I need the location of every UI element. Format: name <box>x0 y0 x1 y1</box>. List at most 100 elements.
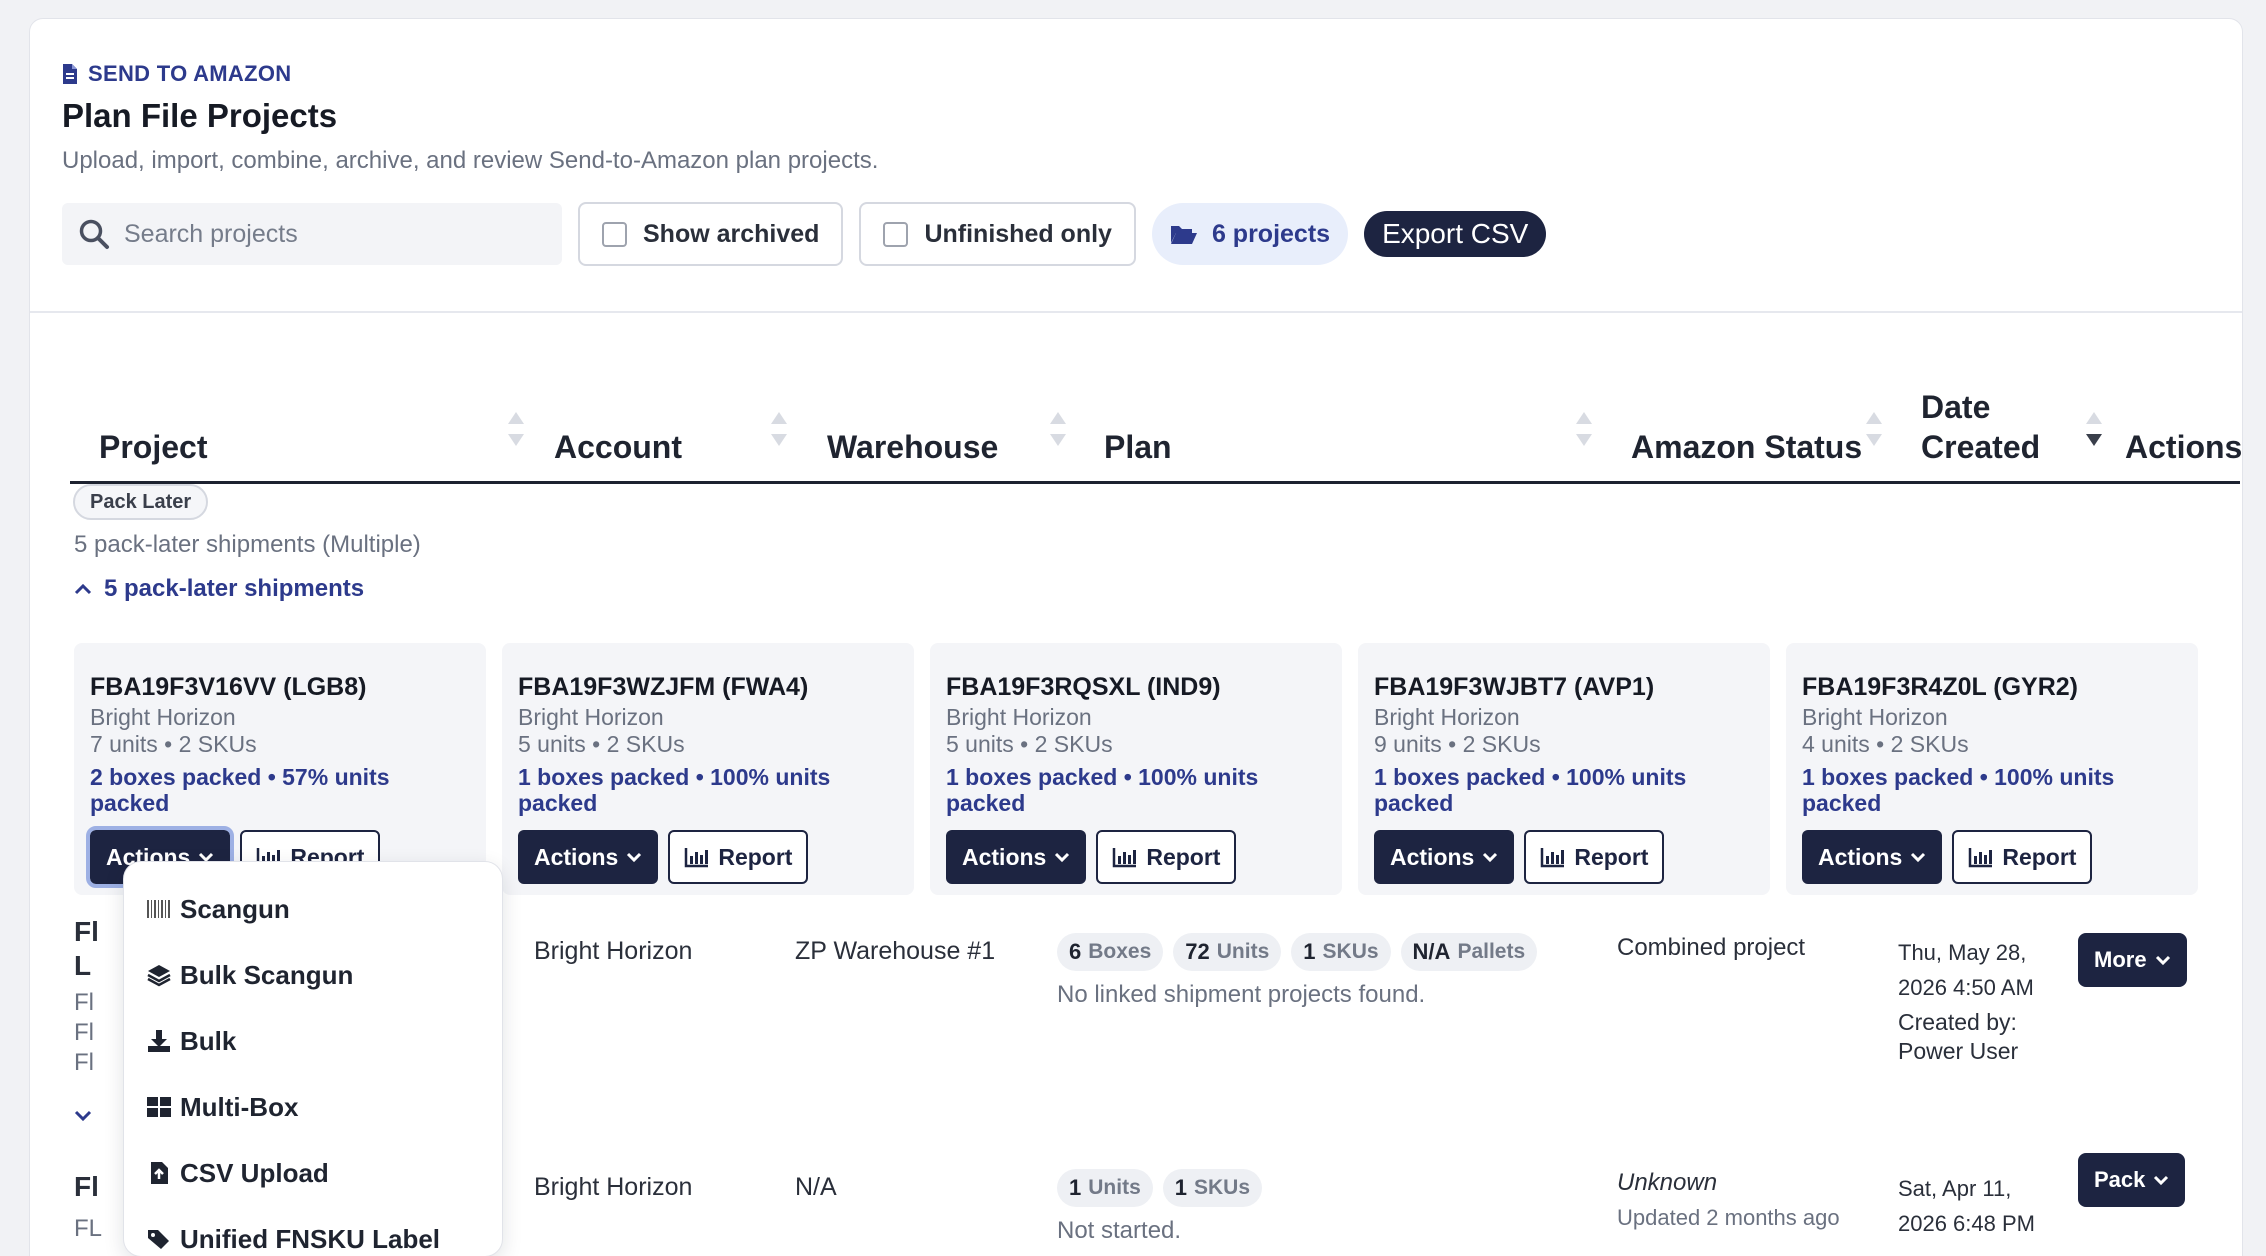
row1-project-sub: Fl <box>74 989 94 1016</box>
row2-pack-button[interactable]: Pack <box>2078 1153 2186 1207</box>
shipment-card: FBA19F3WJBT7 (AVP1) Bright Horizon 9 uni… <box>1358 643 1770 895</box>
menu-item-label: Multi-Box <box>180 1091 299 1122</box>
shipment-units: 9 units • 2 SKUs <box>1374 731 1541 757</box>
shipment-report-button[interactable]: Report <box>1952 830 2093 884</box>
grid-icon <box>147 1097 171 1117</box>
column-date-created[interactable]: Date Created <box>1921 387 2071 467</box>
chevron-up-icon <box>74 583 92 595</box>
actions-label: Actions <box>534 843 619 870</box>
report-label: Report <box>1574 843 1649 870</box>
shipment-units: 4 units • 2 SKUs <box>1802 731 1969 757</box>
column-warehouse[interactable]: Warehouse <box>827 427 998 467</box>
menu-item-label: Scangun <box>180 893 290 924</box>
shipment-report-button[interactable]: Report <box>1096 830 1237 884</box>
show-archived-label: Show archived <box>643 219 820 248</box>
search-input[interactable] <box>124 219 544 249</box>
row1-date-line1: Thu, May 28, <box>1898 940 2027 965</box>
row2-status: Unknown <box>1617 1169 1718 1196</box>
shipment-account: Bright Horizon <box>1374 704 1520 730</box>
report-label: Report <box>718 843 793 870</box>
menu-item-scangun[interactable]: Scangun <box>124 876 502 942</box>
row1-plan-chips: 6 Boxes 72 Units 1 SKUs N/A Pallets <box>1057 933 1538 971</box>
chevron-down-icon <box>2154 1175 2169 1186</box>
row1-more-button[interactable]: More <box>2078 933 2187 987</box>
layers-icon <box>147 965 171 987</box>
row2-date-line1: Sat, Apr 11, <box>1898 1176 2012 1201</box>
menu-item-label: Unified FNSKU Label <box>180 1223 441 1254</box>
column-project[interactable]: Project <box>99 427 207 467</box>
sort-project-icon[interactable] <box>508 412 524 446</box>
project-count-badge: 6 projects <box>1151 203 1349 265</box>
column-account[interactable]: Account <box>554 427 682 467</box>
actions-label: Actions <box>1390 843 1475 870</box>
row2-warehouse: N/A <box>795 1173 837 1201</box>
show-archived-checkbox[interactable] <box>602 221 627 247</box>
shipment-card: FBA19F3R4Z0L (GYR2) Bright Horizon 4 uni… <box>1786 643 2198 895</box>
row1-account: Bright Horizon <box>534 937 693 965</box>
row2-project-name[interactable]: Fl <box>74 1171 99 1203</box>
menu-item-multi-box[interactable]: Multi-Box <box>124 1074 502 1140</box>
table-header: Project Account Warehouse Plan Amazon St… <box>70 374 2242 484</box>
pack-later-tag: Pack Later <box>73 484 209 520</box>
folder-open-icon <box>1170 226 1197 244</box>
shipment-report-button[interactable]: Report <box>668 830 809 884</box>
shipment-account: Bright Horizon <box>1802 704 1948 730</box>
shipment-id: FBA19F3V16VV (LGB8) <box>90 673 367 701</box>
export-csv-button[interactable]: Export CSV <box>1364 211 1547 257</box>
skus-chip: 1 SKUs <box>1162 1169 1263 1207</box>
boxes-chip: 6 Boxes <box>1057 933 1164 971</box>
sort-account-icon[interactable] <box>771 412 787 446</box>
sort-plan-icon[interactable] <box>1576 412 1592 446</box>
shipment-id: FBA19F3RQSXL (IND9) <box>946 673 1221 701</box>
sort-amazon-status-icon[interactable] <box>1866 412 1882 446</box>
shipment-id: FBA19F3R4Z0L (GYR2) <box>1802 673 2078 701</box>
chevron-down-icon <box>1483 852 1498 863</box>
row1-expand-toggle[interactable] <box>74 1101 92 1130</box>
shipment-packed-status: 1 boxes packed • 100% units packed <box>1802 764 2115 816</box>
search-icon <box>79 219 109 249</box>
column-amazon-status[interactable]: Amazon Status <box>1631 427 1862 467</box>
bar-chart-icon <box>1541 848 1565 868</box>
row2-plan-chips: 1 Units 1 SKUs <box>1057 1169 1263 1207</box>
report-label: Report <box>1146 843 1221 870</box>
menu-item-csv-upload[interactable]: CSV Upload <box>124 1140 502 1206</box>
menu-item-bulk-scangun[interactable]: Bulk Scangun <box>124 942 502 1008</box>
menu-item-label: Bulk <box>180 1025 237 1056</box>
report-label: Report <box>2002 843 2077 870</box>
more-label: More <box>2094 947 2147 972</box>
actions-label: Actions <box>1818 843 1903 870</box>
group-collapse-toggle[interactable]: 5 pack-later shipments <box>74 575 364 603</box>
shipment-actions-button[interactable]: Actions <box>518 830 659 884</box>
file-upload-icon <box>151 1162 168 1184</box>
unfinished-only-toggle[interactable]: Unfinished only <box>859 202 1136 266</box>
shipment-actions-button[interactable]: Actions <box>946 830 1087 884</box>
page-title: Plan File Projects <box>62 97 338 134</box>
sort-date-created-icon[interactable] <box>2086 412 2102 446</box>
menu-item-label: CSV Upload <box>180 1157 329 1188</box>
unfinished-only-checkbox[interactable] <box>883 221 909 247</box>
shipment-packed-status: 1 boxes packed • 100% units packed <box>518 764 831 816</box>
shipment-actions-button[interactable]: Actions <box>1374 830 1515 884</box>
menu-item-unified-fnsku-label[interactable]: Unified FNSKU Label <box>124 1206 502 1256</box>
toolbar: Show archived Unfinished only 6 projects… <box>62 201 1547 267</box>
menu-item-bulk[interactable]: Bulk <box>124 1008 502 1074</box>
actions-label: Actions <box>962 843 1047 870</box>
show-archived-toggle[interactable]: Show archived <box>578 202 844 266</box>
shipment-report-button[interactable]: Report <box>1524 830 1665 884</box>
main-card: SEND TO AMAZON Plan File Projects Upload… <box>29 18 2243 1256</box>
chevron-down-icon <box>74 1110 92 1122</box>
header-divider <box>30 311 2242 313</box>
sort-warehouse-icon[interactable] <box>1050 412 1066 446</box>
download-icon <box>148 1030 170 1052</box>
row1-project-name[interactable]: Fl <box>74 915 99 949</box>
shipment-units: 5 units • 2 SKUs <box>518 731 685 757</box>
row2-plan-note: Not started. <box>1057 1217 1182 1244</box>
row1-warehouse: ZP Warehouse #1 <box>795 937 996 965</box>
shipment-actions-button[interactable]: Actions <box>1802 830 1943 884</box>
row2-project-sub: FL <box>74 1215 103 1242</box>
row2-date-line2: 2026 6:48 PM <box>1898 1211 2035 1236</box>
shipment-card: FBA19F3WZJFM (FWA4) Bright Horizon 5 uni… <box>502 643 914 895</box>
row1-project-sub: Fl <box>74 1049 94 1076</box>
row1-plan-note: No linked shipment projects found. <box>1057 981 1426 1008</box>
column-plan[interactable]: Plan <box>1104 427 1172 467</box>
